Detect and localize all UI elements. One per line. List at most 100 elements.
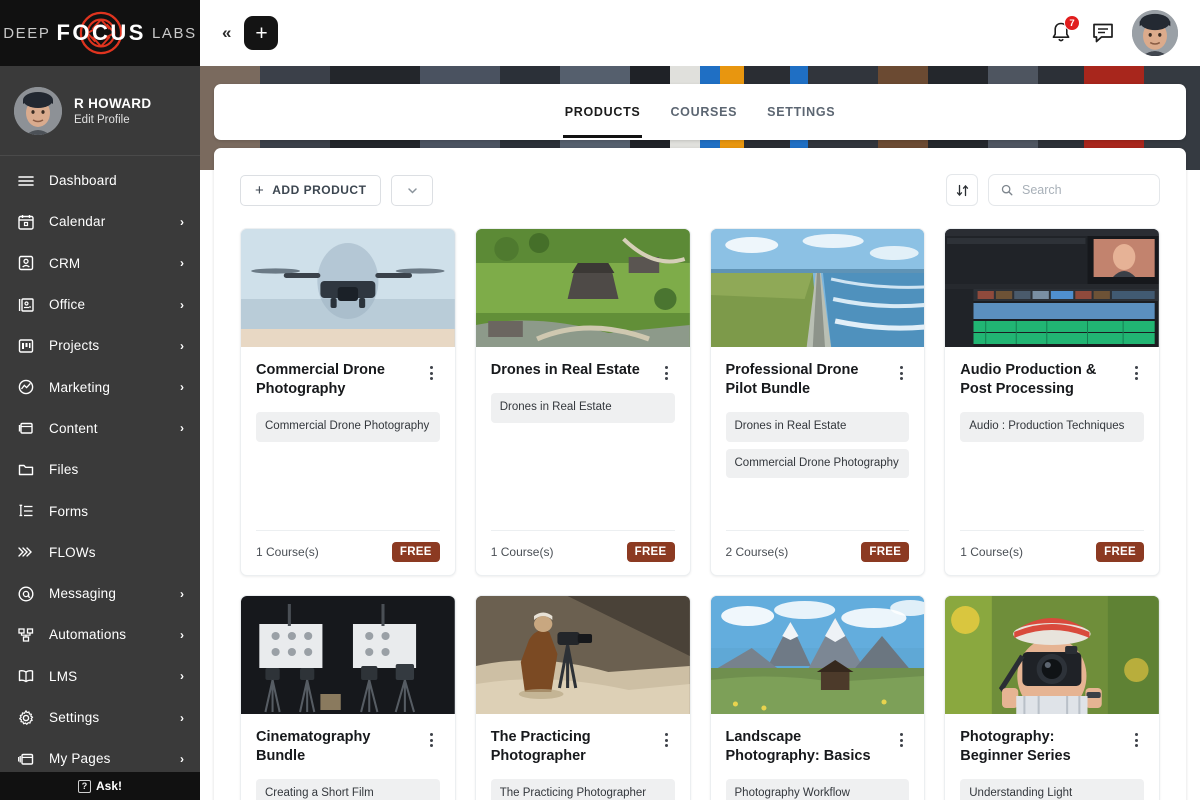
product-menu-button[interactable] bbox=[659, 361, 675, 380]
chevron-right-icon: › bbox=[180, 587, 184, 601]
chevron-right-icon: › bbox=[180, 256, 184, 270]
chevron-right-icon: › bbox=[180, 628, 184, 642]
product-menu-button[interactable] bbox=[659, 728, 675, 747]
tab-courses[interactable]: COURSES bbox=[668, 86, 739, 138]
tab-products[interactable]: PRODUCTS bbox=[563, 86, 643, 138]
chevron-right-icon: › bbox=[180, 421, 184, 435]
brand-focus-group: FOCUS bbox=[56, 20, 146, 46]
product-menu-button[interactable] bbox=[1128, 361, 1144, 380]
chat-bubble-icon[interactable] bbox=[1090, 20, 1116, 46]
chevron-double-left-icon[interactable]: « bbox=[214, 19, 238, 47]
sidebar-item-automations[interactable]: Automations › bbox=[0, 614, 200, 655]
product-card[interactable]: Commercial Drone Photography Commercial … bbox=[240, 228, 456, 576]
marketing-icon bbox=[16, 378, 35, 397]
add-product-label: ADD PRODUCT bbox=[272, 183, 366, 197]
sidebar-item-lms[interactable]: LMS › bbox=[0, 656, 200, 697]
product-card[interactable]: Photography: Beginner Series Understandi… bbox=[944, 595, 1160, 800]
office-icon bbox=[16, 295, 35, 314]
tab-bar: PRODUCTS COURSES SETTINGS bbox=[214, 84, 1186, 140]
product-footer: 1 Course(s) FREE bbox=[256, 530, 440, 575]
product-tags: Photography Workflow bbox=[726, 779, 910, 800]
dashboard-icon bbox=[16, 171, 35, 190]
tab-settings[interactable]: SETTINGS bbox=[765, 86, 837, 138]
product-card-body: Cinematography Bundle Creating a Short F… bbox=[241, 714, 455, 800]
sidebar-item-label: Office bbox=[49, 297, 166, 312]
add-product-dropdown-button[interactable] bbox=[391, 175, 433, 206]
user-avatar-icon bbox=[14, 87, 62, 135]
product-card[interactable]: Drones in Real Estate Drones in Real Est… bbox=[475, 228, 691, 576]
sidebar-item-messaging[interactable]: Messaging › bbox=[0, 573, 200, 614]
sidebar-item-label: CRM bbox=[49, 256, 166, 271]
product-menu-button[interactable] bbox=[1128, 728, 1144, 747]
flows-icon bbox=[16, 543, 35, 562]
product-title: Drones in Real Estate bbox=[491, 361, 651, 380]
sidebar-item-files[interactable]: Files bbox=[0, 449, 200, 490]
sort-button[interactable] bbox=[946, 174, 978, 206]
top-bar-icons: 7 bbox=[1048, 10, 1178, 56]
notification-badge: 7 bbox=[1064, 15, 1080, 31]
sidebar-item-settings[interactable]: Settings › bbox=[0, 697, 200, 738]
sidebar-item-label: Forms bbox=[49, 504, 170, 519]
product-menu-button[interactable] bbox=[893, 361, 909, 380]
plus-icon[interactable]: + bbox=[244, 16, 278, 50]
sidebar-item-label: Settings bbox=[49, 710, 166, 725]
product-tags: Commercial Drone Photography bbox=[256, 412, 440, 442]
sidebar-item-label: Calendar bbox=[49, 214, 166, 229]
course-count: 1 Course(s) bbox=[491, 545, 554, 559]
chevron-right-icon: › bbox=[180, 380, 184, 394]
sidebar-item-office[interactable]: Office › bbox=[0, 284, 200, 325]
product-tags: Drones in Real Estate bbox=[491, 393, 675, 423]
course-count: 2 Course(s) bbox=[726, 545, 789, 559]
sidebar-profile[interactable]: R HOWARD Edit Profile bbox=[0, 66, 200, 156]
course-count: 1 Course(s) bbox=[256, 545, 319, 559]
sidebar-item-label: Messaging bbox=[49, 586, 166, 601]
sidebar-item-calendar[interactable]: Calendar › bbox=[0, 201, 200, 242]
edit-profile-link[interactable]: Edit Profile bbox=[74, 114, 151, 126]
sidebar-item-flows[interactable]: FLOWs bbox=[0, 532, 200, 573]
product-tag: Drones in Real Estate bbox=[726, 412, 910, 442]
sidebar-item-marketing[interactable]: Marketing › bbox=[0, 366, 200, 407]
product-thumbnail bbox=[711, 596, 925, 714]
product-tags: Audio : Production Techniques bbox=[960, 412, 1144, 442]
product-card[interactable]: Audio Production & Post Processing Audio… bbox=[944, 228, 1160, 576]
product-menu-button[interactable] bbox=[893, 728, 909, 747]
product-footer-wrap: 1 Course(s) FREE bbox=[256, 530, 440, 575]
price-badge: FREE bbox=[1096, 542, 1144, 562]
sort-icon bbox=[955, 183, 970, 198]
add-product-button[interactable]: + ADD PRODUCT bbox=[240, 175, 381, 206]
sidebar-item-label: Content bbox=[49, 421, 166, 436]
user-avatar[interactable] bbox=[1132, 10, 1178, 56]
sidebar-item-crm[interactable]: CRM › bbox=[0, 243, 200, 284]
sidebar-item-label: Dashboard bbox=[49, 173, 170, 188]
search-icon bbox=[1001, 183, 1013, 197]
price-badge: FREE bbox=[392, 542, 440, 562]
sidebar-item-forms[interactable]: Forms bbox=[0, 490, 200, 531]
product-card[interactable]: The Practicing Photographer The Practici… bbox=[475, 595, 691, 800]
content-icon bbox=[16, 419, 35, 438]
product-card-body: Photography: Beginner Series Understandi… bbox=[945, 714, 1159, 800]
product-thumbnail bbox=[945, 596, 1159, 714]
brand-logo[interactable]: DEEP FOCUS LABS bbox=[0, 0, 200, 66]
product-card-header: Cinematography Bundle bbox=[256, 728, 440, 766]
notifications-button[interactable]: 7 bbox=[1048, 20, 1074, 46]
product-menu-button[interactable] bbox=[424, 361, 440, 380]
chevron-right-icon: › bbox=[180, 339, 184, 353]
product-menu-button[interactable] bbox=[424, 728, 440, 747]
product-card[interactable]: Cinematography Bundle Creating a Short F… bbox=[240, 595, 456, 800]
chevron-right-icon: › bbox=[180, 298, 184, 312]
profile-text: R HOWARD Edit Profile bbox=[74, 96, 151, 126]
folder-icon bbox=[16, 460, 35, 479]
product-tag: Photography Workflow bbox=[726, 779, 910, 800]
ask-button[interactable]: ? Ask! bbox=[0, 772, 200, 800]
sidebar-item-label: LMS bbox=[49, 669, 166, 684]
search-field[interactable] bbox=[988, 174, 1160, 206]
sidebar-item-projects[interactable]: Projects › bbox=[0, 325, 200, 366]
product-tags: Understanding Light bbox=[960, 779, 1144, 800]
product-title: Commercial Drone Photography bbox=[256, 361, 416, 399]
product-footer-wrap: 1 Course(s) FREE bbox=[960, 530, 1144, 575]
product-card[interactable]: Landscape Photography: Basics Photograph… bbox=[710, 595, 926, 800]
sidebar-item-content[interactable]: Content › bbox=[0, 408, 200, 449]
search-input[interactable] bbox=[1022, 183, 1147, 197]
product-card[interactable]: Professional Drone Pilot Bundle Drones i… bbox=[710, 228, 926, 576]
sidebar-item-dashboard[interactable]: Dashboard bbox=[0, 160, 200, 201]
